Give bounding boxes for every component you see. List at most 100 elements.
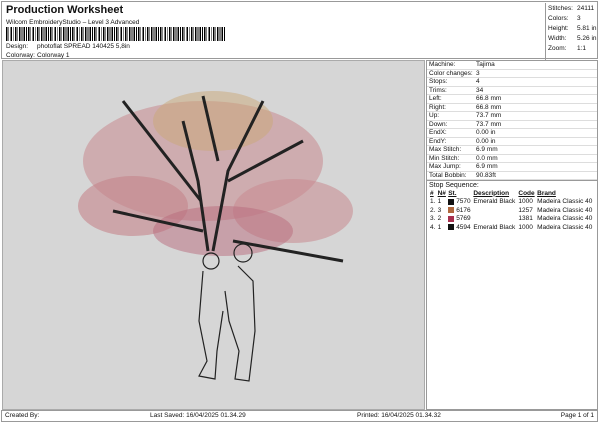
stat-value: 3 bbox=[577, 15, 581, 22]
stop-sequence-title: Stop Sequence: bbox=[429, 182, 479, 189]
colorway-value: Colorway 1 bbox=[37, 52, 70, 59]
property-value: 73.7 mm bbox=[476, 120, 502, 128]
stitch-cell: 7570 bbox=[447, 198, 472, 207]
needle: 3 bbox=[437, 206, 442, 214]
property-row: Machine: Tajima bbox=[427, 61, 597, 70]
design-value: photoflat SPREAD 140425 5,8in bbox=[37, 43, 130, 50]
property-row: Color changes: 3 bbox=[427, 69, 597, 78]
properties-list: Machine: Tajima Color changes: 3 Stops: 4 Trim… bbox=[427, 61, 597, 180]
property-row: Left: 66.8 mm bbox=[427, 95, 597, 104]
color-swatch bbox=[448, 207, 455, 214]
property-row: Max Jump: 6.9 mm bbox=[427, 163, 597, 172]
brand: Madeira Classic 40 bbox=[537, 198, 593, 206]
property-value: 34 bbox=[476, 86, 484, 94]
property-label: Up: bbox=[429, 112, 440, 119]
property-label: EndY: bbox=[429, 137, 447, 145]
property-label: Left: bbox=[429, 95, 442, 102]
stitch-count: 6176 bbox=[456, 206, 471, 214]
stat-value: 5.81 in bbox=[577, 25, 597, 32]
colorway-row: Colorway: Colorway 1 bbox=[6, 52, 70, 59]
design-row: Design: photoflat SPREAD 140425 5,8in bbox=[6, 43, 130, 50]
property-row: Max Stitch: 6.9 mm bbox=[427, 146, 597, 155]
stat-label: Width: bbox=[548, 35, 567, 42]
stat-row: Height: 5.81 in bbox=[548, 24, 598, 34]
color-swatch bbox=[448, 215, 455, 222]
row-number: 1. bbox=[430, 198, 436, 206]
stop-sequence-table: # N# St. Description Code Brand 1. 1 7570 Emerald… bbox=[429, 189, 595, 232]
description: Emerald Black bbox=[473, 223, 516, 231]
stitch-count: 4594 bbox=[456, 223, 471, 231]
table-row: 2. 3 6176 1257 Madeira Classic 40 bbox=[429, 206, 595, 215]
barcode bbox=[6, 27, 226, 41]
property-row: Down: 73.7 mm bbox=[427, 120, 597, 129]
property-value: 6.9 mm bbox=[476, 146, 498, 153]
needle: 2 bbox=[437, 215, 442, 223]
property-label: Stops: bbox=[429, 78, 448, 85]
property-row: Right: 66.8 mm bbox=[427, 104, 597, 112]
stitch-cell: 4594 bbox=[447, 223, 472, 232]
stat-label: Colors: bbox=[548, 15, 569, 22]
table-row: 3. 2 5769 1381 Madeira Classic 40 bbox=[429, 215, 595, 224]
column-header: Brand bbox=[537, 189, 556, 197]
row-number: 2. bbox=[430, 206, 436, 214]
property-value: 90.83ft bbox=[476, 171, 496, 179]
property-value: 3 bbox=[476, 69, 480, 77]
brand: Madeira Classic 40 bbox=[537, 215, 593, 223]
design-preview bbox=[2, 60, 425, 410]
stat-label: Zoom: bbox=[548, 45, 567, 52]
code: 1257 bbox=[518, 206, 533, 214]
design-label: Design: bbox=[6, 43, 29, 50]
stats-box: Stitches: 24111 Colors: 3 Height: 5.81 in Widt… bbox=[545, 3, 600, 61]
property-value: 73.7 mm bbox=[476, 112, 502, 119]
code: 1000 bbox=[518, 223, 533, 231]
property-value: 0.0 mm bbox=[476, 154, 498, 162]
property-label: Min Stitch: bbox=[429, 154, 460, 162]
description bbox=[472, 215, 517, 224]
stat-row: Stitches: 24111 bbox=[548, 4, 598, 14]
stat-value: 5.26 in bbox=[577, 35, 597, 42]
page-title: Production Worksheet bbox=[6, 4, 124, 16]
row-number: 3. bbox=[430, 215, 436, 223]
properties-panel: Machine: Tajima Color changes: 3 Stops: 4 Trim… bbox=[426, 60, 598, 410]
code: 1000 bbox=[518, 198, 533, 206]
row-number: 4. bbox=[430, 223, 436, 231]
couple-outline bbox=[198, 243, 256, 382]
color-swatch bbox=[448, 198, 455, 205]
needle: 1 bbox=[437, 198, 442, 206]
column-header: Code bbox=[518, 189, 535, 197]
printed-date: Printed: 16/04/2025 01.34.32 bbox=[357, 412, 441, 419]
property-label: EndX: bbox=[429, 129, 447, 136]
header: Production Worksheet Wilcom EmbroiderySt… bbox=[1, 1, 600, 61]
property-label: Max Jump: bbox=[429, 163, 461, 170]
description bbox=[472, 206, 517, 215]
colorway-label: Colorway: bbox=[6, 52, 35, 59]
property-row: Trims: 34 bbox=[427, 86, 597, 95]
page-number: Page 1 of 1 bbox=[560, 412, 594, 419]
created-by: Created By: bbox=[5, 412, 40, 419]
column-header: # bbox=[430, 189, 434, 197]
property-label: Total Bobbin: bbox=[429, 171, 467, 179]
property-row: Total Bobbin: 90.83ft bbox=[427, 171, 597, 180]
stat-row: Zoom: 1:1 bbox=[548, 44, 598, 54]
stitch-count: 5769 bbox=[456, 215, 471, 223]
color-swatch bbox=[448, 224, 455, 231]
software-name: Wilcom EmbroideryStudio – Level 3 Advanc… bbox=[6, 19, 140, 26]
stat-label: Stitches: bbox=[548, 5, 573, 12]
property-label: Down: bbox=[429, 120, 448, 128]
property-value: 0.00 in bbox=[476, 129, 496, 136]
brand: Madeira Classic 40 bbox=[537, 223, 593, 231]
stat-row: Colors: 3 bbox=[548, 14, 598, 24]
property-row: Min Stitch: 0.0 mm bbox=[427, 154, 597, 163]
stat-value: 1:1 bbox=[577, 45, 587, 52]
needle: 1 bbox=[437, 223, 442, 231]
footer: Created By: Last Saved: 16/04/2025 01.34… bbox=[1, 410, 598, 422]
column-header: St. bbox=[448, 189, 457, 197]
property-value: 0.00 in bbox=[476, 137, 496, 145]
property-label: Max Stitch: bbox=[429, 146, 462, 153]
code: 1381 bbox=[518, 215, 533, 223]
stitch-count: 7570 bbox=[456, 198, 471, 206]
description: Emerald Black bbox=[473, 198, 516, 206]
stat-label: Height: bbox=[548, 25, 569, 32]
property-label: Trims: bbox=[429, 86, 447, 94]
property-label: Machine: bbox=[429, 61, 456, 68]
